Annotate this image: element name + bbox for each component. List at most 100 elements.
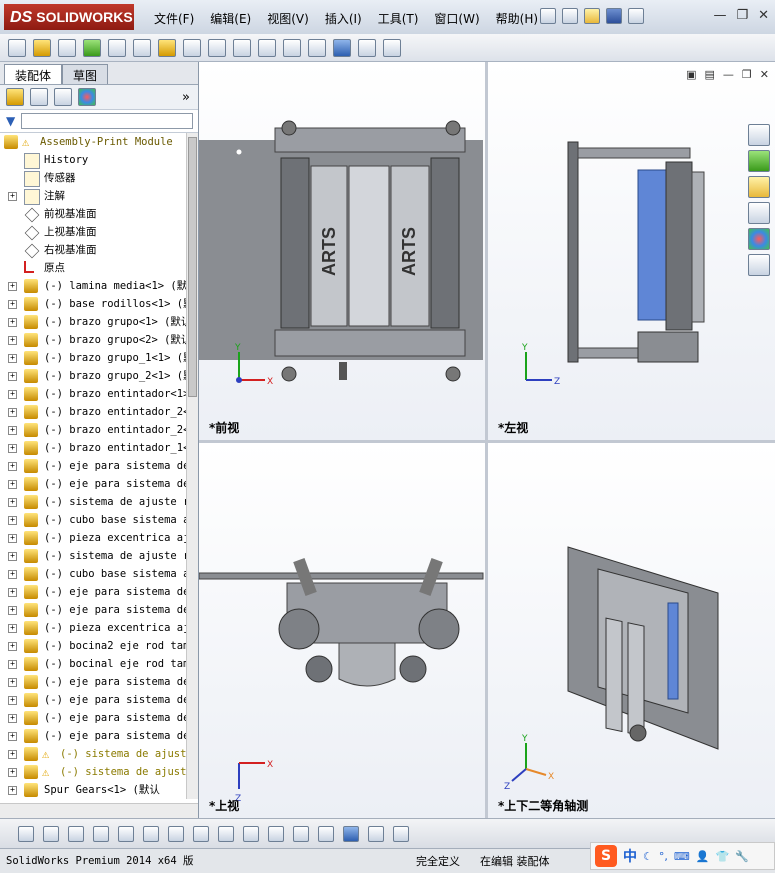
display-manager-icon[interactable] bbox=[78, 88, 96, 106]
ime-language[interactable]: 中 bbox=[623, 846, 637, 866]
tree-item[interactable]: + (-) brazo entintador<1> bbox=[0, 385, 198, 403]
tree-item[interactable]: + (-) sistema de ajuste r bbox=[0, 493, 198, 511]
tree-item[interactable]: 前视基准面 bbox=[0, 205, 198, 223]
grid-icon[interactable] bbox=[293, 825, 309, 842]
restore-icon[interactable]: ❐ bbox=[736, 8, 748, 23]
tree-item[interactable]: + (-) bocinal eje rod tam bbox=[0, 655, 198, 673]
mirror-icon[interactable] bbox=[243, 825, 259, 842]
tree-item[interactable]: + (-) eje para sistema de bbox=[0, 727, 198, 745]
exploded-view-icon[interactable] bbox=[283, 38, 301, 57]
expand-icon[interactable]: + bbox=[8, 534, 17, 543]
mate-icon[interactable] bbox=[58, 38, 76, 57]
expand-icon[interactable]: + bbox=[8, 480, 17, 489]
expand-icon[interactable]: + bbox=[8, 678, 17, 687]
expand-icon[interactable]: + bbox=[8, 462, 17, 471]
tree-item[interactable]: + 注解 bbox=[0, 187, 198, 205]
expand-icon[interactable]: + bbox=[8, 660, 17, 669]
appearances-icon[interactable] bbox=[748, 228, 770, 250]
tree-item[interactable]: + ⚠ (-) sistema de ajust bbox=[0, 763, 198, 781]
tree-item[interactable]: + (-) eje para sistema de bbox=[0, 475, 198, 493]
user-icon[interactable]: 👤 bbox=[696, 850, 710, 863]
tree-scroll-thumb[interactable] bbox=[188, 137, 197, 397]
help-icon[interactable] bbox=[628, 8, 644, 24]
expand-icon[interactable]: + bbox=[8, 624, 17, 633]
tree-item[interactable]: + (-) sistema de ajuste r bbox=[0, 547, 198, 565]
solidworks-logo[interactable]: DS SOLIDWORKS bbox=[4, 4, 134, 30]
tree-horizontal-scrollbar[interactable] bbox=[0, 803, 198, 818]
close-icon[interactable]: ✕ bbox=[758, 8, 769, 23]
tree-item[interactable]: + (-) cubo base sistema a bbox=[0, 565, 198, 583]
graphics-area[interactable]: ARTS ARTS Y X *前视 ▣ ▤ — ❐ ✕ Y Z *左视 Z X … bbox=[199, 62, 775, 818]
front-view-pane[interactable]: ARTS ARTS Y X *前视 bbox=[199, 62, 485, 440]
expand-icon[interactable]: + bbox=[8, 318, 17, 327]
section-view-icon[interactable] bbox=[368, 825, 384, 842]
skin-icon[interactable]: 👕 bbox=[715, 850, 729, 863]
tree-item[interactable]: 右视基准面 bbox=[0, 241, 198, 259]
tree-item[interactable]: + (-) brazo entintador_2< bbox=[0, 421, 198, 439]
tree-item[interactable]: + (-) base rodillos<1> (默 bbox=[0, 295, 198, 313]
split-view-icon[interactable]: ▤ bbox=[705, 68, 715, 81]
punctuation-icon[interactable]: °, bbox=[659, 850, 668, 863]
tree-item[interactable]: + (-) pieza excentrica aj bbox=[0, 619, 198, 637]
custom-properties-icon[interactable] bbox=[748, 254, 770, 276]
expand-icon[interactable]: + bbox=[8, 606, 17, 615]
tree-item[interactable]: + (-) eje para sistema de bbox=[0, 457, 198, 475]
tree-item[interactable]: + Spur Gears<1> (默认 bbox=[0, 781, 198, 799]
minimize-icon[interactable]: — bbox=[713, 8, 726, 23]
expand-icon[interactable]: + bbox=[8, 498, 17, 507]
show-hidden-icon[interactable] bbox=[158, 38, 176, 57]
view-palette-icon[interactable] bbox=[748, 202, 770, 224]
menu-edit[interactable]: 编辑(E) bbox=[202, 10, 259, 27]
component-pattern-icon[interactable] bbox=[83, 38, 101, 57]
menu-view[interactable]: 视图(V) bbox=[259, 10, 317, 27]
fillet-icon[interactable] bbox=[168, 825, 184, 842]
tree-item[interactable]: + ⚠ (-) sistema de ajust bbox=[0, 745, 198, 763]
circle-icon[interactable] bbox=[43, 825, 59, 842]
tree-item[interactable]: + (-) eje para sistema de bbox=[0, 709, 198, 727]
expand-icon[interactable]: + bbox=[8, 552, 17, 561]
explode-line-sketch-icon[interactable] bbox=[308, 38, 326, 57]
new-motion-study-icon[interactable] bbox=[233, 38, 251, 57]
clearance-verification-icon[interactable] bbox=[358, 38, 376, 57]
isometric-view-pane[interactable]: Y Z X *上下二等角轴测 bbox=[488, 443, 775, 818]
viewport-minimize-icon[interactable]: — bbox=[723, 68, 734, 81]
link-views-icon[interactable]: ▣ bbox=[686, 68, 696, 81]
tree-item[interactable]: 上视基准面 bbox=[0, 223, 198, 241]
insert-component-icon[interactable] bbox=[8, 38, 26, 57]
expand-icon[interactable]: + bbox=[8, 750, 17, 759]
tree-item[interactable]: + (-) eje para sistema de bbox=[0, 691, 198, 709]
expand-icon[interactable]: + bbox=[8, 408, 17, 417]
expand-icon[interactable]: + bbox=[8, 714, 17, 723]
expand-chevron-icon[interactable]: » bbox=[182, 90, 190, 105]
angle-icon[interactable] bbox=[143, 825, 159, 842]
moon-icon[interactable]: ☾ bbox=[643, 850, 653, 863]
configuration-manager-icon[interactable] bbox=[54, 88, 72, 106]
tree-item[interactable]: + (-) pieza excentrica aj bbox=[0, 529, 198, 547]
expand-icon[interactable]: + bbox=[8, 354, 17, 363]
save-icon[interactable] bbox=[606, 8, 622, 24]
tree-vertical-scrollbar[interactable] bbox=[186, 133, 198, 799]
tree-item[interactable]: + (-) brazo grupo<1> (默认 bbox=[0, 313, 198, 331]
filter-input[interactable] bbox=[21, 113, 194, 129]
tree-item[interactable]: + (-) eje para sistema de bbox=[0, 601, 198, 619]
move-component-icon[interactable] bbox=[133, 38, 151, 57]
pin-icon[interactable] bbox=[540, 8, 556, 24]
tree-item[interactable]: + (-) cubo base sistema a bbox=[0, 511, 198, 529]
home-icon[interactable] bbox=[748, 124, 770, 146]
expand-icon[interactable]: + bbox=[8, 588, 17, 597]
line-icon[interactable] bbox=[68, 825, 84, 842]
expand-icon[interactable]: + bbox=[8, 786, 17, 795]
expand-icon[interactable]: + bbox=[8, 300, 17, 309]
tree-item[interactable]: + (-) brazo entintador_1< bbox=[0, 439, 198, 457]
trim-icon[interactable] bbox=[118, 825, 134, 842]
expand-icon[interactable]: + bbox=[8, 390, 17, 399]
tree-item[interactable]: 原点 bbox=[0, 259, 198, 277]
file-explorer-icon[interactable] bbox=[748, 176, 770, 198]
tree-item[interactable]: + (-) eje para sistema de bbox=[0, 583, 198, 601]
tree-item[interactable]: + (-) brazo entintador_2< bbox=[0, 403, 198, 421]
new-document-icon[interactable] bbox=[562, 8, 578, 24]
expand-icon[interactable]: + bbox=[8, 372, 17, 381]
menu-help[interactable]: 帮助(H) bbox=[488, 10, 546, 27]
tree-root[interactable]: ⚠ Assembly-Print Module bbox=[0, 133, 198, 151]
expand-icon[interactable]: + bbox=[8, 426, 17, 435]
